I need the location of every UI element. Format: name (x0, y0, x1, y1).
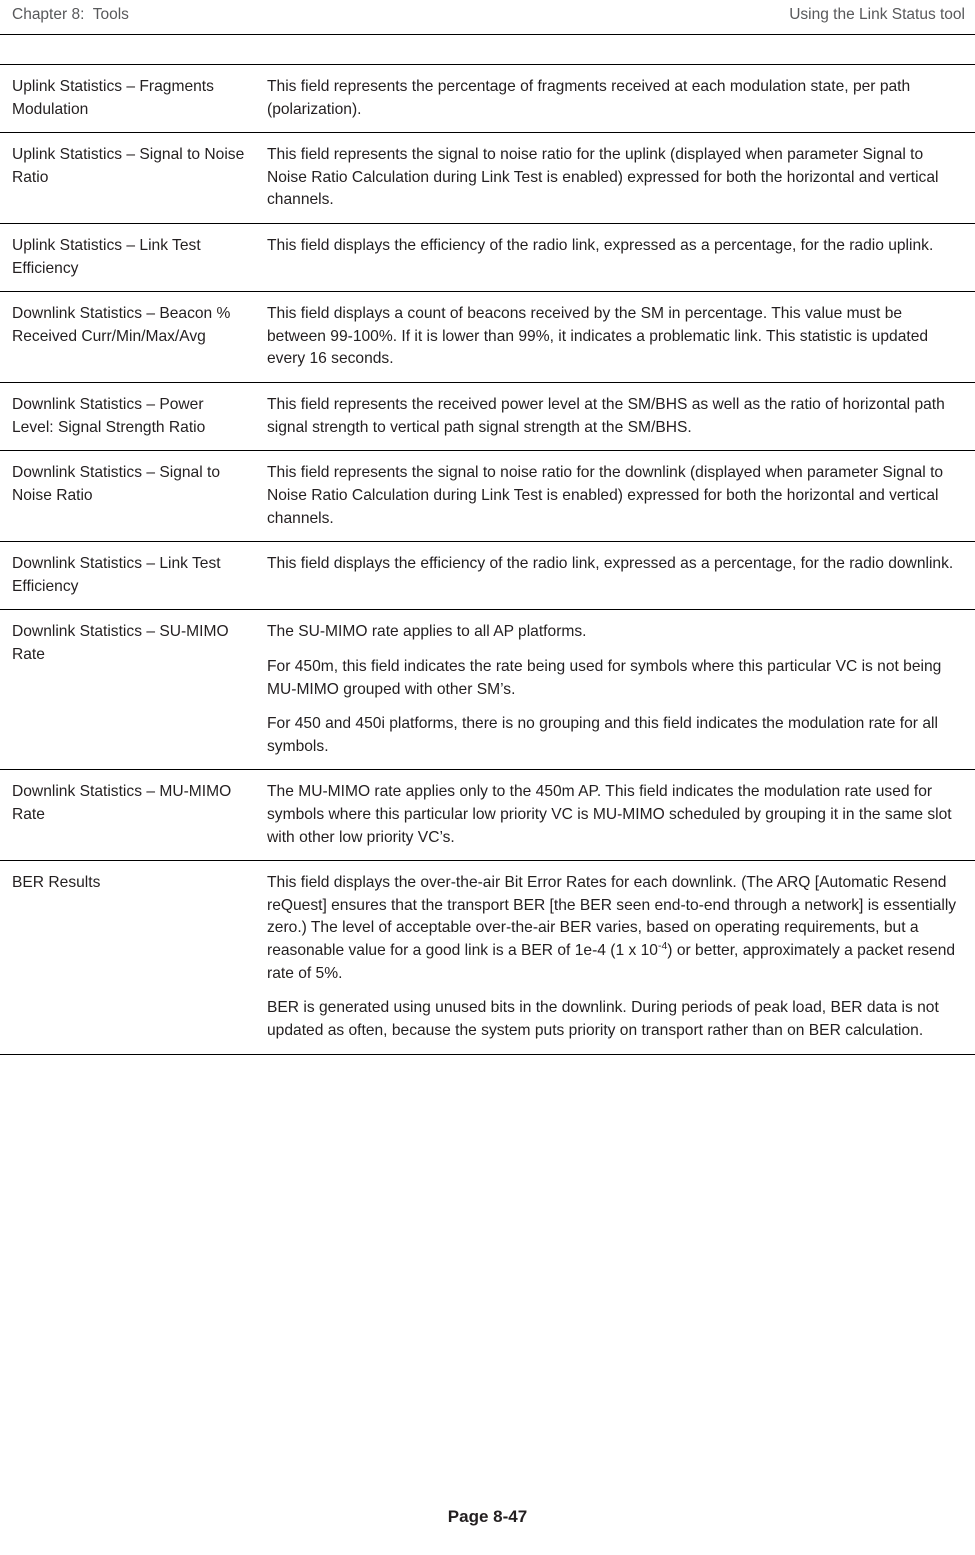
description-cell: This field displays a count of beacons r… (255, 291, 975, 384)
term-cell: Downlink Statistics – Signal to Noise Ra… (0, 450, 255, 543)
term-cell: Downlink Statistics – SU-MIMO Rate (0, 609, 255, 771)
description-paragraph: BER is generated using unused bits in th… (267, 999, 939, 1039)
description-cell: This field represents the percentage of … (255, 63, 975, 134)
term-cell: Downlink Statistics – MU-MIMO Rate (0, 769, 255, 862)
table-row: Downlink Statistics – Signal to Noise Ra… (0, 450, 975, 543)
ber-description-paragraph: This field displays the over-the-air Bit… (267, 872, 965, 985)
table-row: Uplink Statistics – Signal to Noise Rati… (0, 132, 975, 225)
page-content: Uplink Statistics – Fragments Modulation… (0, 63, 975, 1055)
description-paragraph: This field represents the percentage of … (267, 78, 911, 118)
field-description-table: Uplink Statistics – Fragments Modulation… (0, 63, 975, 1055)
description-paragraph: For 450m, this field indicates the rate … (267, 657, 942, 698)
table-body: Uplink Statistics – Fragments Modulation… (0, 63, 975, 1055)
description-paragraph: This field represents the signal to nois… (267, 464, 944, 527)
table-row: Downlink Statistics – SU-MIMO Rate The S… (0, 609, 975, 771)
description-cell: This field represents the signal to nois… (255, 450, 975, 543)
description-cell: This field displays the efficiency of th… (255, 223, 975, 293)
description-cell: This field represents the received power… (255, 382, 975, 452)
description-cell: This field displays the efficiency of th… (255, 541, 975, 611)
description-paragraph: This field displays the efficiency of th… (267, 237, 934, 255)
page-header: Chapter 8: Tools Using the Link Status t… (0, 0, 975, 24)
header-divider (0, 34, 975, 35)
description-paragraph: The SU-MIMO rate applies to all AP platf… (267, 623, 587, 641)
description-cell: The SU-MIMO rate applies to all AP platf… (255, 609, 975, 771)
header-section-label: Using the Link Status tool (789, 6, 965, 23)
term-cell: Uplink Statistics – Fragments Modulation (0, 63, 255, 134)
term-cell: Downlink Statistics – Link Test Efficien… (0, 541, 255, 611)
table-row: Downlink Statistics – MU-MIMO Rate The M… (0, 769, 975, 862)
term-cell: Downlink Statistics – Beacon % Received … (0, 291, 255, 384)
header-chapter-label: Chapter 8: Tools (12, 6, 129, 23)
table-row: Downlink Statistics – Link Test Efficien… (0, 541, 975, 611)
document-page: Chapter 8: Tools Using the Link Status t… (0, 0, 975, 1555)
description-cell: This field displays the over-the-air Bit… (255, 860, 975, 1055)
table-row: Downlink Statistics – Power Level: Signa… (0, 382, 975, 452)
term-cell: Downlink Statistics – Power Level: Signa… (0, 382, 255, 452)
page-number: Page 8-47 (447, 1507, 528, 1526)
description-paragraph: The MU-MIMO rate applies only to the 450… (267, 783, 952, 846)
ber-exponent: -4 (657, 939, 668, 952)
description-cell: This field represents the signal to nois… (255, 132, 975, 225)
description-paragraph: This field represents the received power… (267, 396, 945, 436)
description-paragraph: For 450 and 450i platforms, there is no … (267, 715, 938, 755)
table-row: Downlink Statistics – Beacon % Received … (0, 291, 975, 384)
term-cell: Uplink Statistics – Link Test Efficiency (0, 223, 255, 293)
table-row: BER Results This field displays the over… (0, 860, 975, 1055)
term-cell: Uplink Statistics – Signal to Noise Rati… (0, 132, 255, 225)
description-paragraph: This field displays the efficiency of th… (267, 555, 954, 573)
table-row: Uplink Statistics – Link Test Efficiency… (0, 223, 975, 293)
term-cell: BER Results (0, 860, 255, 1055)
description-cell: The MU-MIMO rate applies only to the 450… (255, 769, 975, 862)
table-row: Uplink Statistics – Fragments Modulation… (0, 63, 975, 134)
description-paragraph: This field displays a count of beacons r… (267, 305, 929, 368)
description-paragraph: This field represents the signal to nois… (267, 146, 939, 209)
